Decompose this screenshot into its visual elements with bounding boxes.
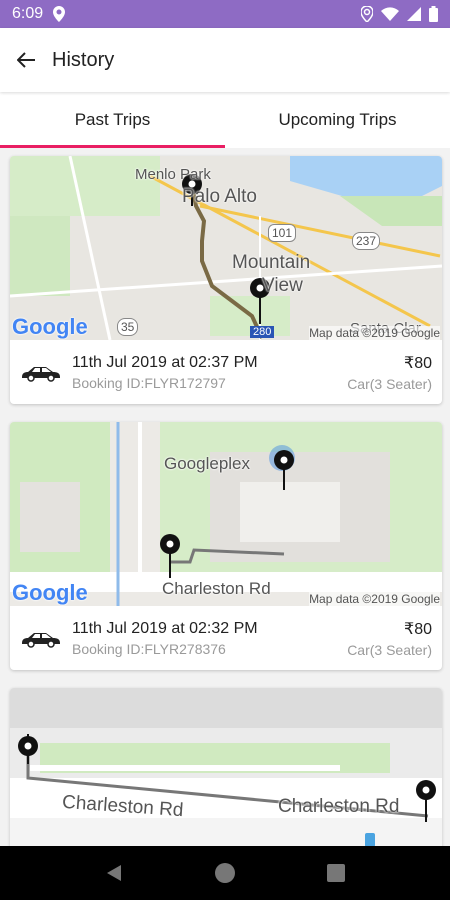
google-logo: Google	[12, 314, 88, 339]
tab-past-trips[interactable]: Past Trips	[0, 92, 225, 148]
map-attribution: Map data ©2019 Google	[309, 592, 440, 606]
car-icon	[22, 367, 60, 382]
map-label: Googleplex	[164, 454, 251, 473]
map-label: Mountain	[232, 252, 311, 273]
nav-recents-icon[interactable]	[326, 864, 345, 882]
nav-back-icon[interactable]	[105, 863, 123, 883]
app-bar: History	[0, 28, 450, 92]
car-icon	[22, 633, 60, 648]
trip-details: 11th Jul 2019 at 02:37 PM Booking ID:FLY…	[10, 340, 442, 404]
status-bar: 6:09	[0, 0, 450, 28]
tab-bar: Past Trips Upcoming Trips	[0, 92, 450, 148]
map-label: View	[262, 275, 303, 296]
map-attribution: Map data ©2019 Google	[309, 326, 440, 340]
status-time: 6:09	[12, 5, 44, 22]
trip-date: 11th Jul 2019 at 02:37 PM	[72, 353, 258, 371]
trip-map: Menlo Park Palo Alto Mountain View 101 2…	[10, 156, 442, 340]
trip-map: Charleston Rd Charleston Rd	[10, 688, 442, 846]
map-label: Menlo Park	[135, 166, 211, 183]
vehicle-type: Car(3 Seater)	[347, 375, 432, 392]
highway-shield: 101	[268, 224, 297, 242]
map-label: Charleston Rd	[278, 796, 400, 817]
trip-card[interactable]: Menlo Park Palo Alto Mountain View 101 2…	[10, 156, 442, 404]
tab-upcoming-trips[interactable]: Upcoming Trips	[225, 92, 450, 148]
signal-icon	[407, 7, 421, 21]
trip-price: ₹80	[404, 620, 432, 638]
arrow-back-icon	[17, 52, 35, 68]
trip-details: 11th Jul 2019 at 02:32 PM Booking ID:FLY…	[10, 606, 442, 670]
booking-id: Booking ID:FLYR278376	[72, 640, 226, 657]
gps-icon	[361, 6, 373, 22]
highway-shield: 280	[250, 326, 275, 338]
battery-icon	[429, 6, 438, 22]
highway-shield: 35	[117, 318, 139, 336]
trip-map: Googleplex Charleston Rd Google Map data…	[10, 422, 442, 606]
trip-card[interactable]: Charleston Rd Charleston Rd	[10, 688, 442, 846]
trip-price: ₹80	[404, 354, 432, 372]
highway-shield: 237	[352, 232, 381, 250]
wifi-icon	[381, 7, 399, 21]
location-icon	[53, 6, 66, 22]
page-title: History	[52, 48, 115, 71]
google-logo: Google	[12, 580, 88, 605]
booking-id: Booking ID:FLYR172797	[72, 374, 226, 391]
trip-card[interactable]: Googleplex Charleston Rd Google Map data…	[10, 422, 442, 670]
map-label: Palo Alto	[182, 186, 257, 207]
map-label: Charleston Rd	[162, 579, 271, 598]
vehicle-type: Car(3 Seater)	[347, 641, 432, 658]
system-nav-bar	[0, 846, 450, 900]
back-button[interactable]	[14, 48, 38, 72]
trip-date: 11th Jul 2019 at 02:32 PM	[72, 619, 258, 637]
nav-home-icon[interactable]	[214, 862, 236, 884]
trip-list[interactable]: Menlo Park Palo Alto Mountain View 101 2…	[0, 148, 450, 846]
